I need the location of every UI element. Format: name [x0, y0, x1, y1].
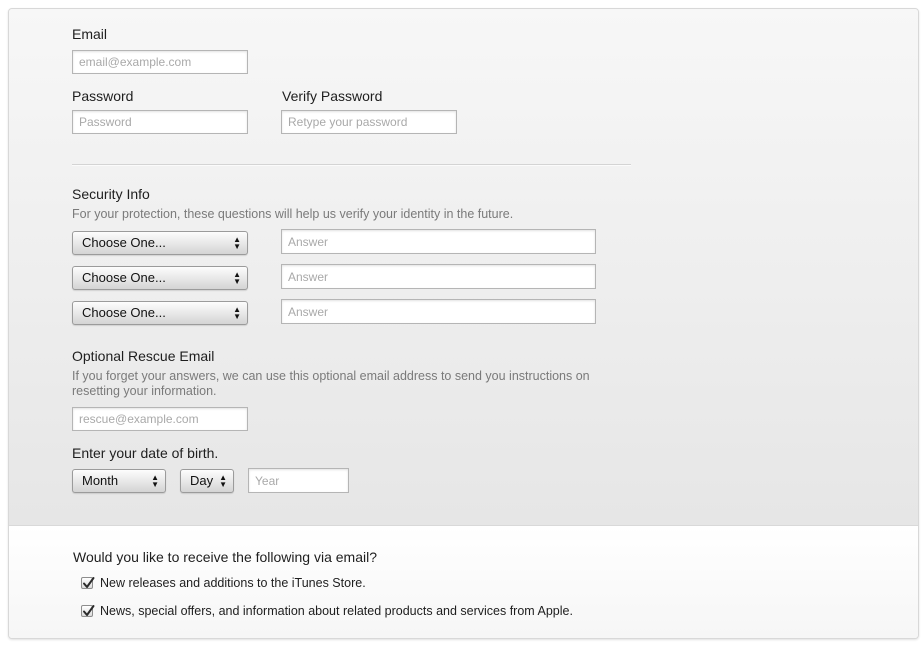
- up-down-arrows-icon: ▲ ▼: [233, 270, 241, 286]
- security-question-3-select[interactable]: Choose One... ▲ ▼: [72, 301, 248, 325]
- up-down-arrows-icon: ▲ ▼: [151, 473, 159, 489]
- birth-month-value: Month: [82, 473, 119, 488]
- newsletter-option-2-label: News, special offers, and information ab…: [100, 604, 573, 618]
- security-answer-1-input[interactable]: [281, 229, 596, 254]
- password-input[interactable]: [72, 110, 248, 134]
- newsletter-option-1[interactable]: New releases and additions to the iTunes…: [81, 576, 366, 590]
- security-question-1-select[interactable]: Choose One... ▲ ▼: [72, 231, 248, 255]
- section-divider: [72, 164, 631, 165]
- security-question-1-value: Choose One...: [82, 235, 166, 250]
- email-label: Email: [72, 26, 108, 42]
- security-info-title: Security Info: [72, 186, 150, 202]
- security-question-3-value: Choose One...: [82, 305, 166, 320]
- up-down-arrows-icon: ▲ ▼: [233, 235, 241, 251]
- security-answer-2-input[interactable]: [281, 264, 596, 289]
- verify-password-label: Verify Password: [282, 88, 383, 104]
- birth-day-value: Day: [190, 473, 214, 488]
- newsletter-option-1-label: New releases and additions to the iTunes…: [100, 576, 366, 590]
- verify-password-input[interactable]: [281, 110, 457, 134]
- security-question-2-select[interactable]: Choose One... ▲ ▼: [72, 266, 248, 290]
- security-answer-3-input[interactable]: [281, 299, 596, 324]
- rescue-email-title: Optional Rescue Email: [72, 348, 215, 364]
- security-question-2-value: Choose One...: [82, 270, 166, 285]
- checkmark-icon: [83, 577, 95, 588]
- email-input[interactable]: [72, 50, 248, 74]
- signup-form-panel: Email Password Verify Password Security …: [8, 8, 919, 639]
- account-info-section: Email Password Verify Password Security …: [9, 9, 918, 526]
- birth-year-input[interactable]: [248, 468, 349, 493]
- date-of-birth-title: Enter your date of birth.: [72, 445, 219, 461]
- up-down-arrows-icon: ▲ ▼: [219, 473, 227, 489]
- birth-month-select[interactable]: Month ▲ ▼: [72, 469, 166, 493]
- newsletter-option-2-checkbox[interactable]: [81, 605, 95, 617]
- newsletter-option-1-checkbox[interactable]: [81, 577, 95, 589]
- newsletter-option-2[interactable]: News, special offers, and information ab…: [81, 604, 573, 618]
- birth-day-select[interactable]: Day ▲ ▼: [180, 469, 234, 493]
- rescue-email-input[interactable]: [72, 407, 248, 431]
- password-label: Password: [72, 88, 134, 104]
- checkmark-icon: [83, 605, 95, 616]
- up-down-arrows-icon: ▲ ▼: [233, 305, 241, 321]
- rescue-email-help: If you forget your answers, we can use t…: [72, 369, 590, 398]
- email-preferences-question: Would you like to receive the following …: [73, 549, 378, 565]
- email-preferences-section: Would you like to receive the following …: [9, 526, 918, 638]
- security-info-help: For your protection, these questions wil…: [72, 207, 514, 221]
